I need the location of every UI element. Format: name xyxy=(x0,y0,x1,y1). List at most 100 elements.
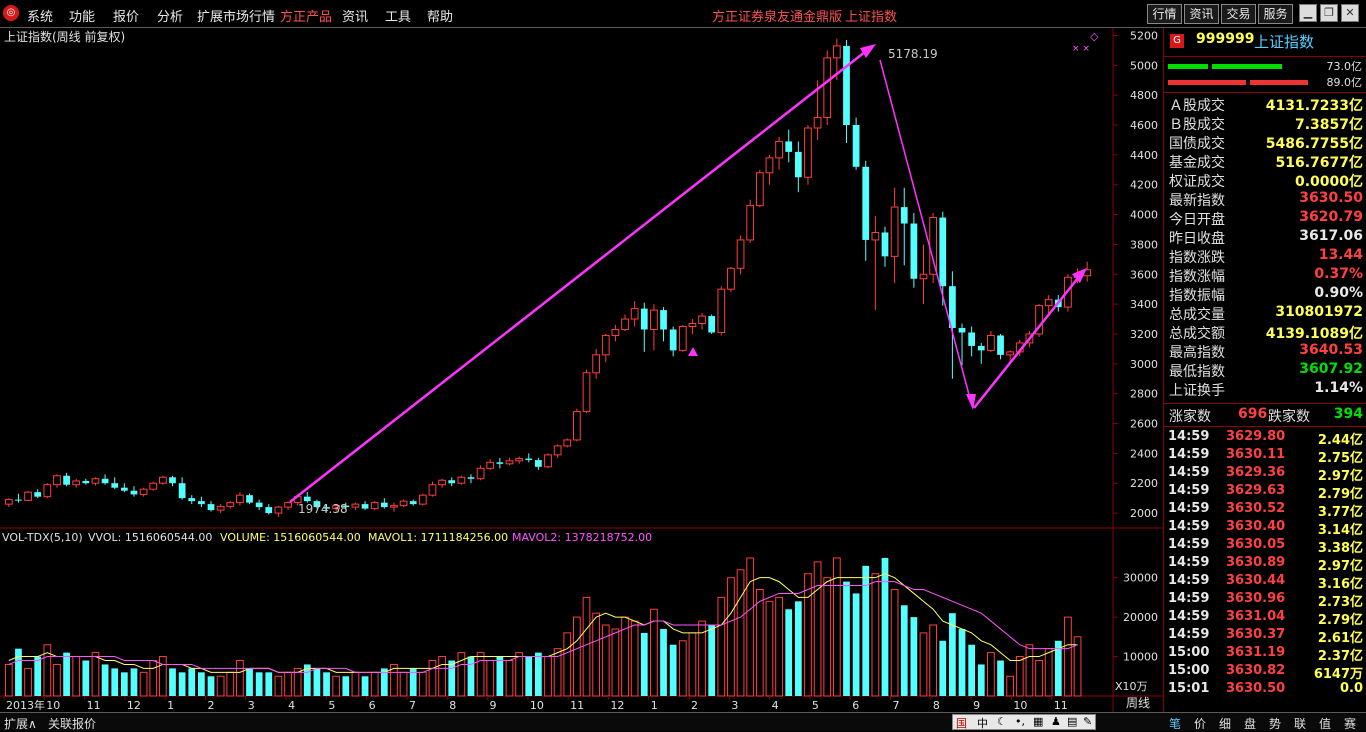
quotes-button[interactable]: 行情 xyxy=(1147,4,1182,24)
down-count: 394 xyxy=(1333,406,1363,422)
menu-system[interactable]: 系统 xyxy=(27,6,53,25)
app-logo-icon[interactable]: ◎ xyxy=(3,5,19,21)
tick-price: 3630.50 xyxy=(1226,681,1286,696)
tick-time: 14:59 xyxy=(1168,537,1210,552)
ime-settings-icon[interactable]: ✎ xyxy=(1083,715,1092,728)
right-tab[interactable]: 值 xyxy=(1319,715,1331,732)
ime-toolbar[interactable]: 国 中 ☾ •, ▦ ♟ ▤ ✎ xyxy=(952,714,1096,730)
stat-value: 13.44 xyxy=(1318,247,1363,263)
volume-bar-down xyxy=(198,672,205,696)
candle-up xyxy=(804,127,812,178)
right-tab[interactable]: 势 xyxy=(1269,715,1281,732)
stat-value: 0.90% xyxy=(1314,285,1363,301)
ime-punct-icon[interactable]: •, xyxy=(1015,715,1025,728)
kline-chart[interactable]: 2000 2200 2400 2600 2800 3000 3200 3400 3600 3800… xyxy=(0,28,1163,712)
stat-row: 权证成交 0.0000亿 xyxy=(1164,171,1366,190)
stock-code: 999999 xyxy=(1196,31,1255,47)
stat-row: 指数涨跌 13.44 xyxy=(1164,247,1366,266)
stat-value: 3607.92 xyxy=(1299,361,1363,377)
time-tick-label: 7 xyxy=(409,699,416,712)
volume-bar-down xyxy=(313,668,321,696)
ime-user-icon[interactable]: ♟ xyxy=(1051,715,1061,728)
menu-function[interactable]: 功能 xyxy=(69,6,95,25)
volume-bar-up xyxy=(332,675,341,697)
menu-founder-products[interactable]: 方正产品 xyxy=(280,6,332,25)
volume-bar-up xyxy=(149,660,158,697)
minimize-icon[interactable]: ▁ xyxy=(1299,4,1317,22)
volume-bar-up xyxy=(678,640,687,697)
index-link[interactable]: 上证指数 xyxy=(845,6,897,25)
menu-analysis[interactable]: 分析 xyxy=(157,6,183,25)
price-tick-label: 2200 xyxy=(1130,477,1158,490)
stat-row: 指数振幅 0.90% xyxy=(1164,285,1366,304)
ime-keyboard-icon[interactable]: ▦ xyxy=(1033,715,1043,728)
candle-up xyxy=(563,439,572,447)
right-tab[interactable]: 盘 xyxy=(1244,715,1256,732)
tick-time: 14:59 xyxy=(1168,465,1210,480)
volume-bar-up xyxy=(813,561,822,697)
right-tab[interactable]: 笔 xyxy=(1169,715,1181,732)
candle-down xyxy=(198,501,205,505)
chart-title: 上证指数(周线 前复权) xyxy=(4,29,125,44)
broker-link[interactable]: 方正证券泉友通金鼎版 xyxy=(712,6,842,25)
stat-label: Ｂ股成交 xyxy=(1169,117,1225,133)
tick-row: 14:59 3630.05 3.38亿 xyxy=(1164,537,1366,556)
candle-down xyxy=(535,460,542,467)
tick-price: 3629.63 xyxy=(1226,483,1286,498)
maximize-icon[interactable]: ❐ xyxy=(1320,4,1338,22)
stat-row: 最低指数 3607.92 xyxy=(1164,361,1366,380)
ime-skin-icon[interactable]: ▤ xyxy=(1067,715,1077,728)
stat-value: 3630.50 xyxy=(1299,190,1363,206)
volume-bar-up xyxy=(72,656,81,697)
tick-amount: 3.77亿 xyxy=(1317,505,1363,520)
expand-icon[interactable]: ◇ xyxy=(1090,30,1099,43)
ime-logo-icon[interactable]: 国 xyxy=(956,715,967,731)
candle-down xyxy=(361,504,369,509)
ime-moon-icon[interactable]: ☾ xyxy=(997,715,1007,728)
time-tick-label: 1 xyxy=(167,699,174,712)
stat-label: 上证换手 xyxy=(1169,383,1225,399)
right-tab[interactable]: 价 xyxy=(1194,715,1206,732)
close-icon[interactable]: ✕ xyxy=(1341,4,1359,22)
candle-down xyxy=(120,487,128,491)
menu-info[interactable]: 资讯 xyxy=(342,6,368,25)
volume-bar-up xyxy=(582,596,591,697)
trend-arrows xyxy=(289,44,1087,503)
candle-up xyxy=(1006,351,1015,356)
stat-value: 7.3857亿 xyxy=(1294,117,1363,133)
tick-price: 3630.05 xyxy=(1226,537,1286,552)
candle-up xyxy=(91,478,100,484)
volume-bar-up xyxy=(428,660,437,697)
price-axis: 2000 2200 2400 2600 2800 3000 3200 3400 3600 3800… xyxy=(1113,29,1158,520)
candle-down xyxy=(862,166,870,240)
expand-tab[interactable]: 扩展∧ xyxy=(4,715,37,732)
volume-bar-down xyxy=(958,628,966,696)
tick-row: 14:59 3630.52 3.77亿 xyxy=(1164,501,1366,520)
price-tick-label: 2000 xyxy=(1130,507,1158,520)
news-button[interactable]: 资讯 xyxy=(1184,4,1219,24)
volume-bar-up xyxy=(399,671,408,697)
period-label: 周线 xyxy=(1126,696,1150,710)
candle-up xyxy=(284,502,292,508)
trade-button[interactable]: 交易 xyxy=(1221,4,1256,24)
candle-down xyxy=(448,480,456,484)
menu-tools[interactable]: 工具 xyxy=(385,6,411,25)
service-button[interactable]: 服务 xyxy=(1258,4,1293,24)
volume-tick-label: 10000 xyxy=(1123,651,1158,664)
right-tab[interactable]: 细 xyxy=(1219,715,1231,732)
tick-row: 14:59 3630.96 2.73亿 xyxy=(1164,591,1366,610)
candle-up xyxy=(399,500,408,507)
up-count: 696 xyxy=(1238,406,1268,422)
related-quotes-tab[interactable]: 关联报价 xyxy=(48,715,96,732)
menu-help[interactable]: 帮助 xyxy=(427,6,453,25)
menu-quote[interactable]: 报价 xyxy=(113,6,139,25)
volume-bar-down xyxy=(111,668,119,696)
candle-down xyxy=(130,490,138,495)
volume-bar-up xyxy=(890,589,899,697)
menu-extended-market[interactable]: 扩展市场行情 xyxy=(197,6,275,25)
right-tab[interactable]: 联 xyxy=(1294,715,1306,732)
right-tab[interactable]: 赛 xyxy=(1344,715,1356,732)
ime-chinese-icon[interactable]: 中 xyxy=(977,715,988,731)
volume-bar-up xyxy=(688,632,697,697)
volume-bar-up xyxy=(919,632,928,697)
